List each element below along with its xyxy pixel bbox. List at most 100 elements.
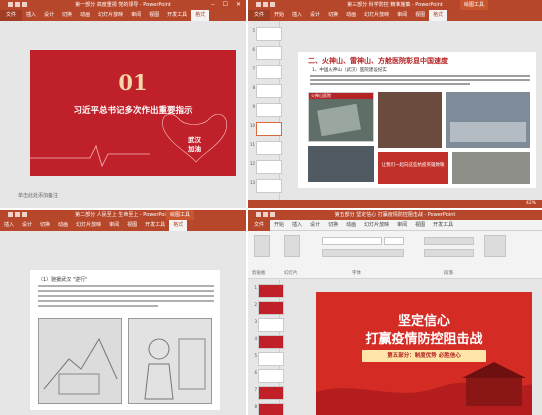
tab-slideshow[interactable]: 幻灯片放映 (360, 220, 393, 231)
tab-insert[interactable]: 插入 (288, 220, 306, 231)
text-line (38, 285, 214, 287)
tab-animations[interactable]: 动画 (342, 10, 360, 21)
thumbnail-8[interactable]: 8 (254, 403, 284, 415)
slide-canvas[interactable]: 二、火神山、雷神山、方舱医院彰显中国速度 1、中国火神山（武汉）医院建设纪实 火… (298, 52, 536, 188)
thumbnail-6[interactable]: 6 (254, 369, 284, 383)
tab-review[interactable]: 审阅 (127, 10, 145, 21)
tab-slideshow[interactable]: 幻灯片放映 (94, 10, 127, 21)
thumbnail-3[interactable]: 3 (254, 318, 284, 332)
thumbnail-12[interactable]: 12 (250, 160, 282, 174)
tab-home[interactable]: 开始 (270, 220, 288, 231)
tab-animations[interactable]: 动画 (54, 220, 72, 231)
tab-format[interactable]: 格式 (191, 10, 210, 21)
group-clipboard: 剪贴板 (252, 271, 266, 276)
tab-animations[interactable]: 动画 (76, 10, 94, 21)
tab-view[interactable]: 视图 (145, 10, 163, 21)
thumbnail-1[interactable]: 1 (254, 284, 284, 298)
quick-access-toolbar[interactable] (251, 1, 281, 9)
tab-home[interactable]: 开始 (270, 10, 288, 21)
tab-view[interactable]: 视图 (411, 220, 429, 231)
ribbon-tabs: 文件 插入 设计 切换 动画 幻灯片放映 审阅 视图 开发工具 格式 (0, 10, 246, 21)
slide-heading: 二、火神山、雷神山、方舱医院彰显中国速度 (308, 57, 448, 65)
font-format-buttons[interactable] (322, 249, 404, 257)
window-controls[interactable]: ‒ ☐ ✕ (211, 0, 244, 10)
paste-button[interactable] (254, 235, 270, 257)
tab-file[interactable]: 文件 (248, 10, 271, 21)
tab-transitions[interactable]: 切换 (324, 10, 342, 21)
tab-transitions[interactable]: 切换 (58, 10, 76, 21)
thumbnail-5[interactable]: 5 (254, 352, 284, 366)
tab-view[interactable]: 视图 (411, 10, 429, 21)
text-direction-button[interactable] (484, 235, 506, 257)
tab-review[interactable]: 审阅 (105, 220, 123, 231)
tab-review[interactable]: 审阅 (393, 10, 411, 21)
part-label: 第五部分：制度优势 必胜信心 (362, 350, 486, 362)
thumbnail-7[interactable]: 7 (252, 65, 282, 79)
photo-construction-site (378, 92, 442, 148)
ribbon-toolbar: 剪贴板 幻灯片 字体 段落 (248, 231, 542, 279)
tab-design[interactable]: 设计 (40, 10, 58, 21)
quick-access-toolbar[interactable] (3, 1, 33, 9)
slide-title: 习近平总书记多次作出重要指示 (73, 106, 193, 116)
list-buttons[interactable] (424, 237, 474, 245)
notes-placeholder[interactable]: 单击此处添加备注 (18, 192, 58, 199)
tab-transitions[interactable]: 切换 (324, 220, 342, 231)
thumbnail-8[interactable]: 8 (252, 84, 282, 98)
window-title: 第五部分 坚定信心 打赢疫情防控阻击战 - PowerPoint (334, 212, 456, 218)
new-slide-button[interactable] (284, 235, 300, 257)
window-title: 第二部分 人民至上 生命至上 - PowerPoint (75, 212, 171, 218)
title-bar: 第二部分 人民至上 生命至上 - PowerPoint 绘图工具 (0, 210, 246, 220)
tab-view[interactable]: 视图 (123, 220, 141, 231)
tab-developer[interactable]: 开发工具 (141, 220, 169, 231)
thumbnail-11[interactable]: 11 (250, 141, 282, 155)
context-tab-drawing-tools[interactable]: 绘图工具 (460, 0, 489, 10)
tab-transitions[interactable]: 切换 (36, 220, 54, 231)
ribbon-tabs: 文件 开始 插入 设计 切换 动画 幻灯片放映 审阅 视图 格式 (248, 10, 542, 21)
window-pane-4: 第五部分 坚定信心 打赢疫情防控阻击战 - PowerPoint 文件 开始 插入设… (248, 210, 542, 415)
zoom-level[interactable]: 42% (526, 200, 536, 208)
tab-review[interactable]: 审阅 (393, 220, 411, 231)
quick-access-toolbar[interactable] (251, 211, 281, 219)
context-tab-drawing-tools[interactable]: 绘图工具 (166, 210, 195, 220)
tab-file[interactable]: 文件 (0, 10, 23, 21)
tab-design[interactable]: 设计 (18, 220, 36, 231)
font-name-select[interactable] (322, 237, 382, 245)
tab-format[interactable]: 格式 (429, 10, 448, 21)
tab-insert[interactable]: 插入 (288, 10, 306, 21)
tab-animations[interactable]: 动画 (342, 220, 360, 231)
thumbnail-13[interactable]: 13 (250, 179, 282, 193)
thumbnail-10-selected[interactable]: 10 (250, 122, 282, 136)
tab-slideshow[interactable]: 幻灯片放映 (72, 220, 105, 231)
tab-slideshow[interactable]: 幻灯片放映 (360, 10, 393, 21)
sketch-right (128, 318, 212, 404)
thumbnail-6[interactable]: 6 (252, 46, 282, 60)
font-size-select[interactable] (384, 237, 404, 245)
thumbnail-2[interactable]: 2 (254, 301, 284, 315)
text-line (38, 300, 214, 302)
text-line (310, 83, 470, 85)
title-bar: 第一部分 高度重视 党的领导 - PowerPoint ‒ ☐ ✕ (0, 0, 246, 10)
tab-developer[interactable]: 开发工具 (429, 220, 457, 231)
align-buttons[interactable] (424, 249, 474, 257)
slide-canvas[interactable]: 坚定信心 打赢疫情防控阻击战 第五部分：制度优势 必胜信心 (316, 292, 532, 415)
tab-file[interactable]: 文件 (248, 220, 271, 231)
slide-thumbnails: 5 6 7 8 9 10 11 12 13 (248, 21, 282, 200)
tab-format[interactable]: 格式 (169, 220, 188, 231)
slide-subheading: 1、中国火神山（武汉）医院建设纪实 (312, 68, 387, 73)
sketch-left (38, 318, 122, 404)
tab-insert[interactable]: 插入 (22, 10, 40, 21)
tab-insert[interactable]: 插入 (0, 220, 18, 231)
slide-canvas[interactable]: 01 习近平总书记多次作出重要指示 武汉 加油 (30, 50, 236, 176)
thumbnail-5[interactable]: 5 (252, 27, 282, 41)
window-pane-1: 第一部分 高度重视 党的领导 - PowerPoint ‒ ☐ ✕ 文件 插入 设计… (0, 0, 246, 208)
thumbnail-7[interactable]: 7 (254, 386, 284, 400)
tab-design[interactable]: 设计 (306, 10, 324, 21)
thumbnail-9[interactable]: 9 (252, 103, 282, 117)
slide-canvas[interactable]: （1）驰援武汉 "逆行" (30, 270, 220, 410)
tab-design[interactable]: 设计 (306, 220, 324, 231)
quick-access-toolbar[interactable] (3, 211, 33, 219)
tab-developer[interactable]: 开发工具 (163, 10, 191, 21)
thumbnail-4[interactable]: 4 (254, 335, 284, 349)
group-slides: 幻灯片 (284, 271, 298, 276)
ribbon-tabs: 插入 设计 切换 动画 幻灯片放映 审阅 视图 开发工具 格式 (0, 220, 246, 231)
